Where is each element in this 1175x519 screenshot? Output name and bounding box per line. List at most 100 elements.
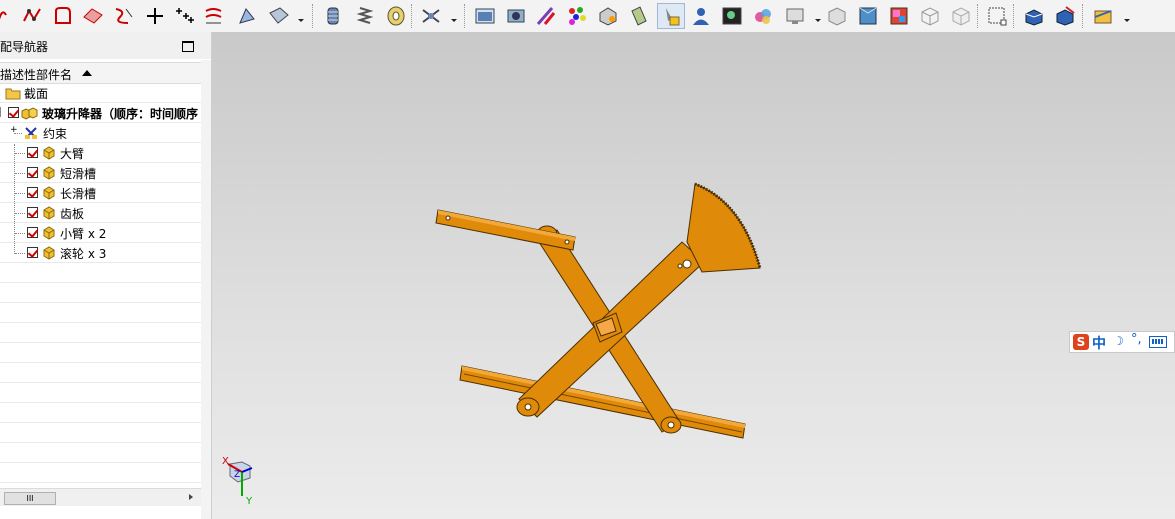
tree-row-label: 长滑槽 xyxy=(60,187,97,201)
vertical-scrollbar[interactable] xyxy=(201,60,211,519)
sketch-icon[interactable] xyxy=(52,5,74,27)
preferences-icon[interactable] xyxy=(1092,5,1114,27)
x-axis-label: X xyxy=(222,456,229,467)
curve-icon[interactable] xyxy=(0,5,16,27)
user-icon[interactable] xyxy=(690,5,712,27)
assembly-navigator: 配导航器 描述性部件名 截面 玻璃升降器（顺序：时间顺序 + 约束 大臂 短滑槽 xyxy=(0,32,212,519)
part-icon xyxy=(43,146,55,160)
offset-icon[interactable] xyxy=(203,5,225,27)
part-icon xyxy=(43,246,55,260)
navigator-title: 配导航器 xyxy=(0,40,49,54)
visibility-checkbox[interactable] xyxy=(27,147,38,158)
scrollbar-thumb[interactable]: III xyxy=(4,492,56,505)
expand-icon[interactable]: + xyxy=(10,125,18,135)
wireframe-box-icon[interactable] xyxy=(919,5,941,27)
ime-language-toggle[interactable]: 中 xyxy=(1092,333,1106,353)
shaded-edges-icon[interactable] xyxy=(1023,5,1045,27)
visibility-checkbox[interactable] xyxy=(27,167,38,178)
column-header-label: 描述性部件名 xyxy=(0,68,73,82)
tree-row-part[interactable]: 大臂 xyxy=(0,143,201,163)
empty-row xyxy=(0,283,201,303)
keyboard-icon[interactable] xyxy=(1149,336,1167,348)
tree-row-label: 截面 xyxy=(24,87,49,101)
ime-toolbar[interactable]: S 中 ☽ °, xyxy=(1069,331,1175,353)
constraint-icon[interactable] xyxy=(420,5,442,27)
shaded-icon[interactable] xyxy=(857,5,879,27)
toolbar-separator xyxy=(312,4,314,28)
studio-icon[interactable] xyxy=(1054,5,1076,27)
surface-icon[interactable] xyxy=(82,5,104,27)
view-icon[interactable] xyxy=(784,5,806,27)
fit-view-icon[interactable] xyxy=(986,5,1008,27)
moon-icon[interactable]: ☽ xyxy=(1113,334,1124,348)
main-toolbar xyxy=(0,0,1175,33)
render-icon[interactable] xyxy=(505,5,527,27)
tree-row-constraints[interactable]: + 约束 xyxy=(0,123,201,143)
spring-icon[interactable] xyxy=(354,5,376,27)
point-icon[interactable] xyxy=(144,5,166,27)
spline-icon[interactable] xyxy=(22,5,44,27)
color-palette-icon[interactable] xyxy=(566,5,588,27)
folder-icon xyxy=(5,88,21,100)
cylinder-icon[interactable] xyxy=(322,5,344,27)
view-triad: X Y Z xyxy=(220,456,265,514)
more-dropdown-icon[interactable] xyxy=(451,19,457,22)
measure-icon[interactable] xyxy=(597,5,619,27)
tree-row-assembly[interactable]: 玻璃升降器（顺序：时间顺序 xyxy=(0,103,201,123)
tree-row-part[interactable]: 短滑槽 xyxy=(0,163,201,183)
point-set-icon[interactable] xyxy=(173,5,195,27)
visibility-checkbox[interactable] xyxy=(27,187,38,198)
tree-row-part[interactable]: 齿板 xyxy=(0,203,201,223)
trim-icon[interactable] xyxy=(112,5,134,27)
part-icon xyxy=(43,226,55,240)
tree-connector xyxy=(0,107,1,117)
tree-row-part[interactable]: 滚轮 x 3 xyxy=(0,243,201,263)
more-dropdown-icon[interactable] xyxy=(815,19,821,22)
window-regulator-model[interactable] xyxy=(212,32,1175,519)
empty-row xyxy=(0,423,201,443)
spotlight-icon[interactable] xyxy=(628,5,650,27)
part-icon xyxy=(43,186,55,200)
assembly-icon xyxy=(21,107,38,120)
image-icon[interactable] xyxy=(721,5,743,27)
tree-row-part[interactable]: 长滑槽 xyxy=(0,183,201,203)
tree-row-section[interactable]: 截面 xyxy=(0,83,201,103)
part-icon xyxy=(43,166,55,180)
tree-row-part[interactable]: 小臂 x 2 xyxy=(0,223,201,243)
big-arm[interactable] xyxy=(516,241,705,418)
visibility-checkbox[interactable] xyxy=(27,247,38,258)
empty-row xyxy=(0,443,201,463)
sort-ascending-icon[interactable] xyxy=(82,70,92,76)
column-header[interactable]: 描述性部件名 xyxy=(0,62,201,84)
bearing-icon[interactable] xyxy=(385,5,407,27)
long-slide-rail[interactable] xyxy=(459,365,746,439)
empty-row xyxy=(0,403,201,423)
snapshot-icon[interactable] xyxy=(474,5,496,27)
box-icon[interactable] xyxy=(826,5,848,27)
empty-row xyxy=(0,263,201,283)
highlight-icon[interactable] xyxy=(657,3,685,29)
visibility-checkbox[interactable] xyxy=(27,227,38,238)
tree-row-label: 滚轮 x 3 xyxy=(60,247,107,261)
sweep-icon[interactable] xyxy=(236,5,258,27)
texture-icon[interactable] xyxy=(888,5,910,27)
ruled-surface-icon[interactable] xyxy=(268,5,290,27)
punctuation-toggle[interactable]: °, xyxy=(1131,332,1142,347)
horizontal-scrollbar[interactable]: III xyxy=(0,488,201,506)
maximize-icon[interactable] xyxy=(182,41,194,52)
more-dropdown-icon[interactable] xyxy=(298,19,304,22)
empty-row xyxy=(0,323,201,343)
scroll-right-arrow-icon[interactable] xyxy=(189,494,193,500)
tree-row-label: 玻璃升降器（顺序：时间顺序 xyxy=(42,107,199,121)
ime-logo-icon[interactable]: S xyxy=(1073,334,1089,350)
scene-icon[interactable] xyxy=(752,5,774,27)
visibility-checkbox[interactable] xyxy=(27,207,38,218)
tree-row-label: 短滑槽 xyxy=(60,167,97,181)
hidden-line-icon[interactable] xyxy=(950,5,972,27)
material-icon[interactable] xyxy=(535,5,557,27)
visibility-checkbox[interactable] xyxy=(8,107,19,118)
navigator-title-bar: 配导航器 xyxy=(0,32,211,59)
graphics-viewport[interactable]: S 中 ☽ °, X Y Z xyxy=(212,32,1175,519)
empty-row xyxy=(0,383,201,403)
more-dropdown-icon[interactable] xyxy=(1124,19,1130,22)
